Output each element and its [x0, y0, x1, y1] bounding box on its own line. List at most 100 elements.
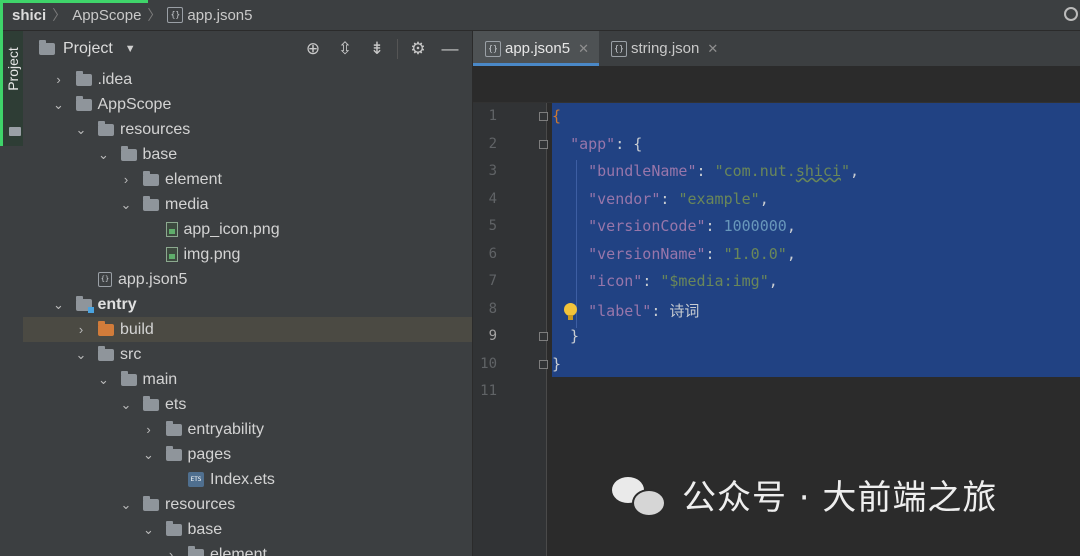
- breadcrumb-folder[interactable]: AppScope: [72, 7, 141, 24]
- tree-item-label: src: [120, 345, 142, 363]
- tree-item[interactable]: ⌄ resources: [23, 492, 472, 517]
- tree-item[interactable]: ETS Index.ets: [23, 467, 472, 492]
- chevron-down-icon[interactable]: ⌄: [74, 122, 88, 138]
- line-number: 2: [488, 135, 497, 152]
- chevron-down-icon[interactable]: ⌄: [52, 297, 66, 313]
- tree-item[interactable]: › build: [23, 317, 472, 342]
- tree-item[interactable]: {} app.json5: [23, 267, 472, 292]
- fold-marker-icon[interactable]: [539, 139, 548, 149]
- tree-item[interactable]: ⌄ main: [23, 367, 472, 392]
- folder-icon: [143, 395, 159, 411]
- code-line: }: [552, 327, 580, 345]
- folder-icon: [75, 70, 92, 86]
- tree-item-label: entry: [97, 295, 137, 313]
- tree-item-label: img.png: [183, 245, 241, 263]
- chevron-right-icon[interactable]: ›: [74, 322, 88, 337]
- editor-header-area: [473, 66, 1080, 103]
- code-line: "bundleName": "com.nut.shici",: [588, 162, 860, 180]
- active-tab-indicator: [0, 0, 3, 146]
- chevron-right-icon[interactable]: ›: [164, 547, 178, 556]
- tree-item-label: app_icon.png: [183, 220, 280, 238]
- folder-icon: [143, 170, 159, 186]
- breadcrumb-project[interactable]: shici: [12, 7, 46, 24]
- tree-item[interactable]: › element: [23, 167, 472, 192]
- chevron-down-icon[interactable]: ⌄: [142, 522, 156, 538]
- tree-item[interactable]: › element: [23, 542, 472, 556]
- chevron-down-icon[interactable]: ⌄: [119, 497, 133, 513]
- fold-marker-icon[interactable]: [539, 112, 548, 121]
- folder-icon: [98, 345, 114, 361]
- json-file-icon: {}: [167, 7, 184, 23]
- tab-string-json[interactable]: {} string.json ✕: [599, 31, 728, 66]
- editor-tabs: {} app.json5 ✕ {} string.json ✕: [473, 31, 1080, 66]
- tree-item[interactable]: app_icon.png: [23, 217, 472, 242]
- json-file-icon: {}: [98, 272, 112, 287]
- lightbulb-icon[interactable]: [564, 303, 577, 320]
- tree-item-label: pages: [187, 445, 232, 463]
- chevron-down-icon[interactable]: ⌄: [74, 347, 88, 363]
- fold-marker-icon[interactable]: [539, 332, 548, 341]
- project-panel-title[interactable]: Project: [63, 40, 113, 58]
- crosshair-icon[interactable]: ⊕: [297, 39, 329, 59]
- tree-item-label: base: [187, 520, 223, 538]
- project-tool-tab-label: Project: [4, 47, 21, 91]
- expand-all-icon[interactable]: ⇳: [329, 39, 361, 59]
- tree-item[interactable]: img.png: [23, 242, 472, 267]
- code-line: "icon": "$media:img",: [588, 272, 778, 290]
- minimize-icon[interactable]: —: [434, 39, 466, 59]
- tree-item[interactable]: ⌄ entry: [23, 292, 472, 317]
- target-icon[interactable]: [1064, 7, 1078, 21]
- project-tool-tab[interactable]: Project: [3, 31, 23, 146]
- chevron-right-icon[interactable]: ›: [119, 172, 133, 187]
- tree-item[interactable]: › entryability: [23, 417, 472, 442]
- tree-item[interactable]: ⌄ resources: [23, 117, 472, 142]
- tree-item[interactable]: › .idea: [23, 67, 472, 92]
- chevron-down-icon[interactable]: ⌄: [97, 147, 111, 163]
- tree-item[interactable]: ⌄ pages: [23, 442, 472, 467]
- tree-item[interactable]: ⌄ base: [23, 142, 472, 167]
- folder-icon: [9, 127, 21, 136]
- tree-item-label: app.json5: [118, 270, 188, 288]
- chevron-down-icon[interactable]: ⌄: [119, 197, 133, 213]
- chevron-down-icon[interactable]: ⌄: [97, 372, 111, 388]
- folder-icon: [188, 545, 204, 556]
- tree-item-label: element: [210, 545, 267, 556]
- tree-item-label: media: [165, 195, 209, 213]
- tree-item-label: resources: [165, 495, 236, 513]
- image-file-icon: [165, 222, 178, 237]
- chevron-right-icon[interactable]: ›: [142, 422, 156, 437]
- excluded-folder-icon: [98, 320, 114, 336]
- tree-item[interactable]: ⌄ src: [23, 342, 472, 367]
- close-icon[interactable]: ✕: [578, 41, 589, 57]
- breadcrumb-separator: 〉: [147, 7, 162, 23]
- navigation-bar: shici 〉 AppScope 〉 {} app.json5: [0, 0, 1080, 31]
- folder-icon: [165, 445, 182, 461]
- tree-item[interactable]: ⌄ AppScope: [23, 92, 472, 117]
- chevron-down-icon[interactable]: ⌄: [52, 97, 66, 113]
- folder-icon: [143, 195, 159, 211]
- close-icon[interactable]: ✕: [707, 41, 718, 57]
- collapse-all-icon[interactable]: ⇟: [361, 39, 393, 59]
- chevron-down-icon[interactable]: ⌄: [142, 447, 156, 463]
- line-number: 7: [488, 273, 497, 289]
- breadcrumb-file[interactable]: {} app.json5: [167, 7, 252, 24]
- tree-item[interactable]: ⌄ media: [23, 192, 472, 217]
- folder-icon: [165, 420, 182, 436]
- chevron-down-icon[interactable]: ⌄: [119, 397, 133, 413]
- code-line: "app": {: [570, 134, 643, 153]
- line-number: 11: [480, 383, 497, 399]
- chevron-down-icon[interactable]: ▼: [125, 43, 136, 55]
- folder-icon: [39, 39, 55, 55]
- tree-item[interactable]: ⌄ ets: [23, 392, 472, 417]
- line-number: 3: [488, 163, 497, 179]
- chevron-right-icon[interactable]: ›: [52, 72, 66, 87]
- tree-item-label: main: [142, 370, 178, 388]
- fold-marker-icon[interactable]: [539, 359, 548, 369]
- gear-icon[interactable]: ⚙: [402, 39, 434, 59]
- tab-app-json5[interactable]: {} app.json5 ✕: [473, 31, 599, 66]
- project-tree: › .idea ⌄ AppScope ⌄ resources ⌄ base › element ⌄ m…: [23, 66, 472, 556]
- tree-item-label: resources: [120, 120, 191, 138]
- tree-item[interactable]: ⌄ base: [23, 517, 472, 542]
- active-indicator: [0, 0, 148, 3]
- line-number: 6: [488, 245, 497, 262]
